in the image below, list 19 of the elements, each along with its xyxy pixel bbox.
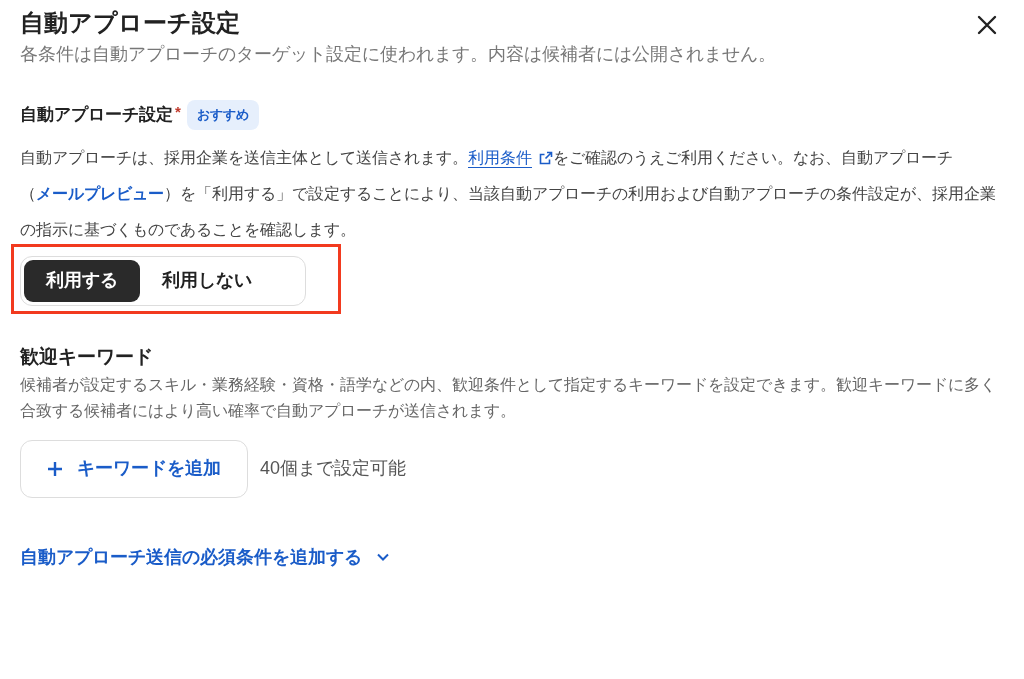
dialog-subtitle: 各条件は自動アプローチのターゲット設定に使われます。内容は候補者には公開されません。: [20, 43, 777, 66]
close-icon: [977, 15, 997, 35]
section-title: 歓迎キーワード: [20, 344, 154, 369]
segment-option[interactable]: 利用する: [24, 259, 140, 302]
segment-option[interactable]: 利用しない: [140, 259, 274, 302]
plus-icon: [47, 460, 63, 477]
add-keyword-button[interactable]: キーワードを追加: [20, 439, 248, 498]
dialog-title: 自動アプローチ設定: [20, 8, 240, 38]
close-button[interactable]: [976, 14, 998, 36]
terms-paragraph: 自動アプローチは、採用企業を送信主体として送信されます。利用条件 をご確認のうえご利用ください。なお、自動アプローチ（メールプレビュー）を「利用する」で設定することにより、当該自動アプローチの利用および自動アプローチの条件設定が、採用企業の指示に基づくものであることを確認します。: [20, 139, 1005, 248]
mail-preview-link[interactable]: メールプレビュー: [36, 184, 164, 202]
terms-link[interactable]: 利用条件: [468, 139, 553, 176]
external-link-icon: [539, 150, 553, 165]
field-label: 自動アプローチ設定: [20, 104, 173, 126]
add-conditions-link[interactable]: 自動アプローチ送信の必須条件を追加する: [20, 543, 390, 571]
limit-note: 40個まで設定可能: [260, 457, 407, 480]
recommended-badge: おすすめ: [186, 100, 259, 130]
required-mark: *: [175, 101, 181, 122]
section-description: 候補者が設定するスキル・業務経験・資格・語学などの内、歓迎条件として指定するキーワードを設定できます。歓迎キーワードに多く合致する候補者にはより高い確率で自動アプローチが送信されます。: [20, 374, 997, 421]
